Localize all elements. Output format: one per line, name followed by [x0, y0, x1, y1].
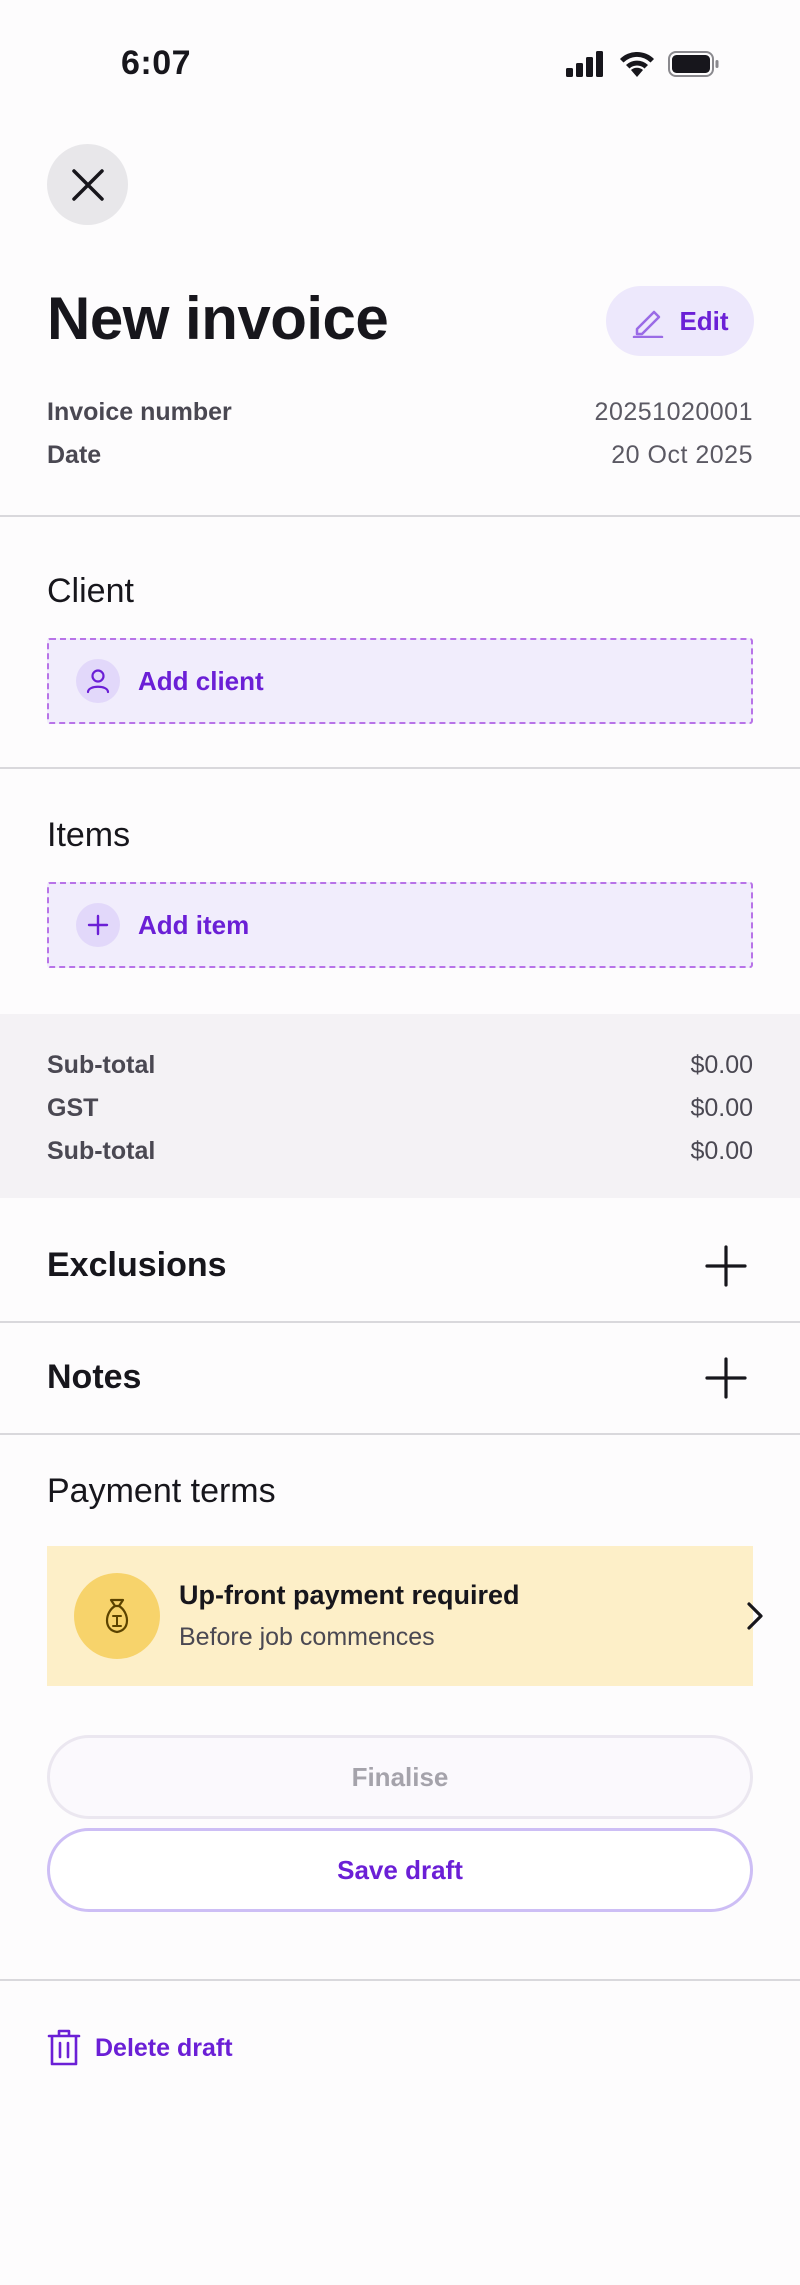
- finalise-button[interactable]: Finalise: [47, 1735, 753, 1819]
- total-label: Sub-total: [47, 1137, 156, 1165]
- plus-icon: [76, 903, 120, 947]
- trash-icon: [47, 2029, 81, 2066]
- cellular-signal-icon: [566, 51, 603, 77]
- close-button[interactable]: [47, 144, 128, 225]
- totals-panel: Sub-total $0.00 GST $0.00 Sub-total $0.0…: [0, 1014, 800, 1198]
- add-icon: [705, 1357, 747, 1399]
- wifi-icon: [620, 51, 654, 77]
- subtotal-row: Sub-total $0.00: [47, 1051, 753, 1080]
- client-section-title: Client: [47, 572, 134, 610]
- subtotal-value: $0.00: [690, 1051, 753, 1079]
- person-icon: [76, 659, 120, 703]
- close-icon: [71, 168, 104, 201]
- status-bar: 6:07: [0, 0, 800, 130]
- pencil-icon: [633, 310, 664, 338]
- date-label: Date: [47, 441, 102, 469]
- delete-draft-label: Delete draft: [95, 2033, 233, 2062]
- divider: [0, 515, 800, 517]
- payment-terms-title: Payment terms: [47, 1472, 276, 1510]
- payment-terms-text: Up-front payment required Before job com…: [179, 1580, 520, 1652]
- total-row: Sub-total $0.00: [47, 1137, 753, 1166]
- page-title: New invoice: [47, 285, 389, 352]
- edit-button[interactable]: Edit: [606, 286, 754, 356]
- payment-terms-card-title: Up-front payment required: [179, 1580, 520, 1610]
- status-icons: [566, 50, 720, 78]
- battery-icon: [668, 51, 719, 77]
- add-client-button[interactable]: Add client: [47, 638, 753, 724]
- chevron-right-icon: [747, 1602, 763, 1630]
- delete-draft-button[interactable]: Delete draft: [47, 2029, 233, 2067]
- divider: [0, 1433, 800, 1435]
- date-value: 20 Oct 2025: [611, 441, 753, 469]
- status-time: 6:07: [121, 44, 192, 82]
- invoice-number-value: 20251020001: [594, 398, 753, 426]
- notes-row[interactable]: Notes: [0, 1323, 800, 1433]
- exclusions-label: Exclusions: [47, 1246, 227, 1284]
- divider: [0, 767, 800, 769]
- add-client-label: Add client: [138, 665, 264, 696]
- save-draft-button[interactable]: Save draft: [47, 1828, 753, 1912]
- notes-label: Notes: [47, 1358, 142, 1396]
- edit-label: Edit: [679, 305, 729, 336]
- subtotal-label: Sub-total: [47, 1051, 156, 1079]
- exclusions-row[interactable]: Exclusions: [0, 1212, 800, 1322]
- divider: [0, 1979, 800, 1981]
- payment-terms-card[interactable]: Up-front payment required Before job com…: [47, 1546, 763, 1686]
- money-bag-icon: [74, 1573, 160, 1659]
- add-item-button[interactable]: Add item: [47, 882, 753, 968]
- date-row: Date 20 Oct 2025: [47, 441, 753, 470]
- gst-value: $0.00: [690, 1094, 753, 1122]
- invoice-number-label: Invoice number: [47, 398, 232, 426]
- invoice-number-row: Invoice number 20251020001: [47, 398, 753, 427]
- items-section-title: Items: [47, 816, 131, 854]
- add-item-label: Add item: [138, 909, 250, 940]
- payment-terms-card-subtitle: Before job commences: [179, 1623, 435, 1651]
- total-value: $0.00: [690, 1137, 753, 1165]
- add-icon: [705, 1245, 747, 1287]
- gst-row: GST $0.00: [47, 1094, 753, 1123]
- gst-label: GST: [47, 1094, 99, 1122]
